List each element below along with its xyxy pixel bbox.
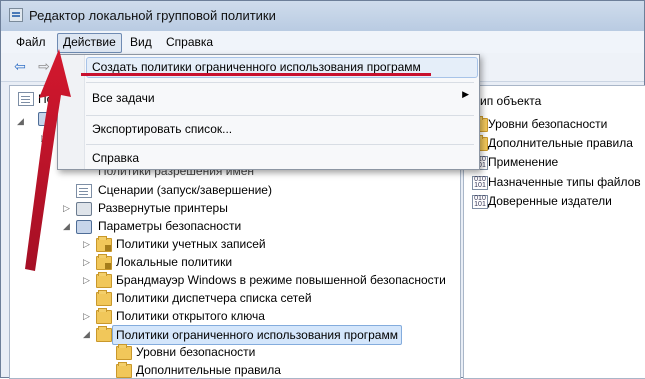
tree-item-local-policies[interactable]: Локальные политики [116, 253, 232, 271]
collapse-arrow-icon[interactable]: ▷ [82, 258, 91, 267]
folder-icon [96, 290, 112, 306]
folder-icon [96, 236, 112, 252]
tree-item-security-levels[interactable]: Уровни безопасности [136, 343, 255, 361]
expand-arrow-icon[interactable]: ◢ [16, 117, 25, 126]
tree-item-public-key[interactable]: Политики открытого ключа [116, 307, 265, 325]
tree-item-network-list[interactable]: Политики диспетчера списка сетей [116, 289, 312, 307]
tree-item-firewall[interactable]: Брандмауэр Windows в режиме повышенной б… [116, 271, 446, 289]
menu-action[interactable]: Действие [57, 33, 122, 53]
menu-item-help[interactable]: Справка [92, 148, 472, 169]
action-dropdown-menu: Создать политики ограниченного использов… [57, 54, 480, 170]
binary-file-icon: 010 101 [472, 195, 488, 209]
folder-icon [116, 362, 132, 378]
menu-file[interactable]: Файл [11, 33, 51, 51]
expand-arrow-icon[interactable]: ◢ [62, 222, 71, 231]
collapse-arrow-icon[interactable]: ▷ [82, 240, 91, 249]
printer-icon [76, 202, 92, 216]
list-item[interactable]: Применение [488, 153, 558, 171]
menu-item-all-tasks[interactable]: Все задачи [92, 88, 472, 109]
menu-separator [86, 115, 474, 116]
tree-item-additional-rules[interactable]: Дополнительные правила [136, 361, 281, 379]
annotation-underline [81, 73, 431, 76]
collapse-arrow-icon[interactable]: ▷ [40, 152, 49, 161]
list-item[interactable]: Доверенные издатели [488, 192, 612, 210]
menu-bar: Файл Действие Вид Справка [1, 31, 644, 54]
folder-icon [96, 308, 112, 324]
folder-icon [96, 254, 112, 270]
folder-icon [96, 272, 112, 288]
security-settings-icon [76, 220, 92, 234]
forward-arrow-icon[interactable]: ⇨ [35, 58, 53, 74]
collapse-arrow-icon[interactable]: ▷ [82, 276, 91, 285]
tree-item-printers[interactable]: Развернутые принтеры [98, 199, 228, 217]
window-title: Редактор локальной групповой политики [29, 8, 276, 23]
app-icon [9, 8, 23, 22]
menu-separator [86, 144, 474, 145]
folder-icon [96, 326, 112, 342]
scripts-icon [76, 184, 92, 198]
list-item[interactable]: Дополнительные правила [488, 134, 633, 152]
menu-help[interactable]: Справка [161, 33, 218, 51]
back-arrow-icon[interactable]: ⇦ [11, 58, 29, 74]
binary-file-icon: 010 101 [472, 176, 488, 190]
list-item[interactable]: Уровни безопасности [488, 115, 607, 133]
policy-root-icon [18, 92, 34, 106]
menu-separator [86, 82, 474, 83]
details-pane[interactable]: ип объекта Уровни безопасности Дополните… [463, 85, 645, 379]
collapse-arrow-icon[interactable]: ▷ [40, 134, 49, 143]
menu-view[interactable]: Вид [125, 33, 157, 51]
column-header-type[interactable]: ип объекта [480, 92, 541, 110]
tree-item-scripts[interactable]: Сценарии (запуск/завершение) [98, 181, 272, 199]
computer-config-icon [38, 112, 54, 126]
submenu-arrow-icon: ▶ [462, 89, 469, 99]
app-window: Редактор локальной групповой политики Фа… [0, 0, 645, 379]
list-item[interactable]: Назначенные типы файлов [488, 173, 641, 191]
tree-item-account-policies[interactable]: Политики учетных записей [116, 235, 266, 253]
expand-arrow-icon[interactable]: ◢ [82, 330, 91, 339]
collapse-arrow-icon[interactable]: ▷ [82, 312, 91, 321]
tree-root-label[interactable]: По [38, 90, 53, 108]
menu-item-export-list[interactable]: Экспортировать список... [92, 119, 472, 140]
folder-icon [116, 344, 132, 360]
collapse-arrow-icon[interactable]: ▷ [62, 204, 71, 213]
tree-item-software-restriction[interactable]: Политики ограниченного использования про… [112, 325, 402, 345]
tree-item-security-settings[interactable]: Параметры безопасности [98, 217, 241, 235]
title-bar: Редактор локальной групповой политики [1, 1, 644, 31]
